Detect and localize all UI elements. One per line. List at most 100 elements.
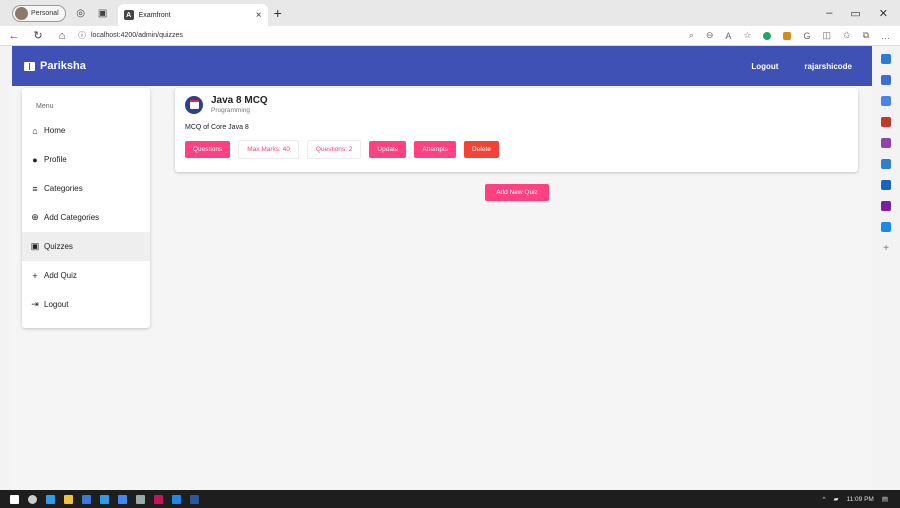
home-button[interactable]: ⌂ [52,30,72,42]
tag-icon[interactable] [881,96,891,106]
admin-sidebar: Menu ⌂ Home ● Profile ≡ Categories ⊕ Add… [22,88,150,328]
notes-taskbar-icon[interactable] [136,494,145,504]
question-count-button[interactable]: Questions: 2 [306,140,362,159]
explorer-taskbar-icon[interactable] [64,494,73,504]
tab-title: Examfront [138,11,171,19]
url-field[interactable]: ⓘ localhost:4200/admin/quizzes [78,30,558,41]
home-icon: ⌂ [32,125,38,136]
main-content: Menu ⌂ Home ● Profile ≡ Categories ⊕ Add… [12,86,872,490]
outlook-icon[interactable] [881,180,891,190]
extension-g-icon[interactable]: G [803,31,810,41]
back-button[interactable]: ← [4,30,24,42]
window-controls: – ▭ ✕ [826,7,888,20]
vscode-taskbar-icon[interactable] [172,494,181,504]
search-sidebar-icon[interactable] [881,75,891,85]
delete-button[interactable]: Delete [464,141,499,158]
chrome-taskbar-icon[interactable] [100,494,109,504]
book-icon [24,61,35,71]
sidebar-item-add-categories[interactable]: ⊕ Add Categories [22,203,150,232]
navbar-actions: Logout rajarshicode [751,62,852,71]
notifications-icon[interactable]: ▤ [882,495,888,503]
quiz-card-header: Java 8 MCQ Programming [185,95,848,114]
browser-tab-bar: Personal ◎ ▣ A Examfront × + – ▭ ✕ [0,0,900,26]
clock[interactable]: 11:09 PM [847,496,874,503]
games-icon[interactable] [881,138,891,148]
quiz-description: MCQ of Core Java 8 [185,124,249,131]
profile-button[interactable]: Personal [12,4,66,22]
store-taskbar-icon[interactable] [82,494,91,504]
tray-chevron-icon[interactable]: ^ [822,496,825,503]
sidebar-item-label: Categories [44,184,83,193]
extension-fox-icon[interactable] [783,31,792,40]
network-icon[interactable]: ▰ [834,495,839,503]
plus-icon: + [32,270,38,281]
tab-actions-icon[interactable]: ▣ [96,6,110,20]
refresh-button[interactable]: ↻ [28,29,48,42]
office-icon[interactable] [881,159,891,169]
profile-label: Personal [31,9,59,17]
briefcase-icon[interactable] [881,117,891,127]
quiz-icon: ▣ [30,241,40,251]
avatar [15,6,28,20]
add-new-quiz-button[interactable]: Add New Quiz [485,184,549,201]
app-taskbar-icon[interactable] [118,494,127,504]
more-menu-icon[interactable]: … [881,31,890,41]
menu-heading: Menu [36,103,54,110]
sidebar-item-profile[interactable]: ● Profile [22,145,150,174]
bell-icon[interactable] [881,54,891,64]
restore-button[interactable]: ▭ [850,7,860,20]
sidebar-item-label: Profile [44,155,67,164]
system-tray: ^ ▰ 11:09 PM ▤ [822,495,888,504]
windows-taskbar: ^ ▰ 11:09 PM ▤ [0,490,900,508]
app-navbar: Pariksha Logout rajarshicode [12,46,872,86]
brand-name: Pariksha [40,60,86,72]
search-icon[interactable]: ⌕ [689,30,694,41]
sidebar-item-categories[interactable]: ≡ Categories [22,174,150,203]
minimize-button[interactable]: – [826,7,832,20]
search-taskbar-icon[interactable] [28,494,37,504]
browser-tab[interactable]: A Examfront × [117,4,268,26]
navbar-logout-link[interactable]: Logout [751,62,778,71]
split-screen-icon[interactable]: ◫ [823,30,832,41]
sidebar-item-quizzes[interactable]: ▣ Quizzes [22,232,150,261]
brand[interactable]: Pariksha [24,60,86,72]
navbar-username-link[interactable]: rajarshicode [804,62,852,71]
angular-favicon-icon: A [123,10,134,20]
ide-taskbar-icon[interactable] [154,494,163,504]
questions-button[interactable]: Questions [185,141,231,158]
windows-start-icon[interactable] [10,494,19,504]
favorite-star-icon[interactable]: ☆ [743,30,751,41]
add-circle-icon: ⊕ [31,212,39,222]
site-info-icon[interactable]: ⓘ [78,30,86,41]
sidebar-item-home[interactable]: ⌂ Home [22,116,150,145]
zoom-icon[interactable]: ⊖ [706,30,714,41]
favorites-icon[interactable]: ✩ [843,30,851,41]
collections-bar-icon[interactable]: ⧉ [863,30,869,41]
sidebar-item-label: Add Quiz [44,271,77,280]
close-tab-icon[interactable]: × [256,10,262,21]
sidebar-item-label: Add Categories [44,213,100,222]
update-button[interactable]: Update [369,141,407,158]
new-tab-button[interactable]: + [274,5,282,21]
address-bar-row: ← ↻ ⌂ ⓘ localhost:4200/admin/quizzes ⌕ ⊖… [0,26,900,46]
profile-icon: ● [32,154,38,165]
read-aloud-icon[interactable]: A [725,31,731,41]
add-sidebar-icon[interactable]: + [883,243,889,254]
address-tools: ⌕ ⊖ A ☆ G ◫ ✩ ⧉ … [689,30,890,41]
attempts-button[interactable]: Attempts [414,141,457,158]
quiz-avatar-icon [185,95,203,114]
sidebar-item-add-quiz[interactable]: + Add Quiz [22,261,150,290]
extension-green-icon[interactable] [763,31,772,40]
close-window-button[interactable]: ✕ [879,7,888,20]
sidebar-item-label: Logout [44,300,69,309]
collections-icon[interactable]: ◎ [74,6,88,20]
sidebar-item-logout[interactable]: ⇥ Logout [22,290,150,319]
designer-icon[interactable] [881,201,891,211]
quiz-category: Programming [211,107,251,114]
edge-sidebar: + [872,46,900,490]
word-taskbar-icon[interactable] [190,494,199,504]
max-marks-button[interactable]: Max Marks: 40 [238,140,299,159]
edge-taskbar-icon[interactable] [46,494,55,504]
tools-icon[interactable] [881,222,891,232]
quiz-actions: Questions Max Marks: 40 Questions: 2 Upd… [185,140,848,159]
